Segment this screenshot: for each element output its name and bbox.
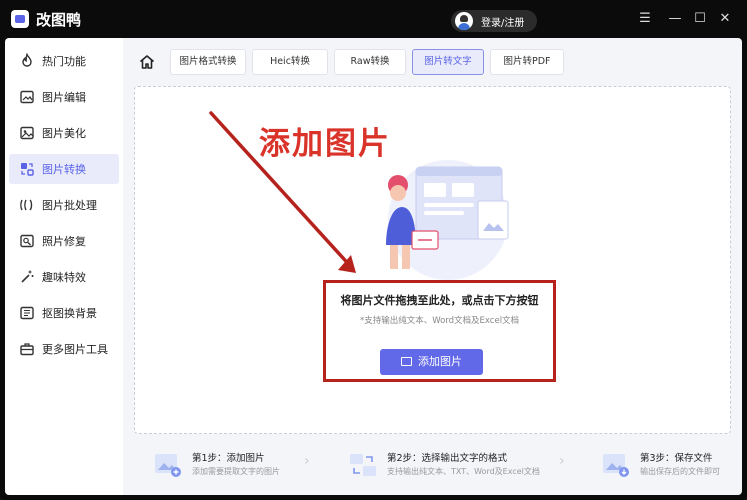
- fire-icon: [19, 52, 35, 69]
- tab-format-convert[interactable]: 图片格式转换: [170, 49, 246, 75]
- sidebar-item-hot[interactable]: 热门功能: [9, 46, 119, 76]
- sidebar-item-label: 抠图换背景: [42, 307, 97, 320]
- sidebar-item-image-edit[interactable]: 图片编辑: [9, 82, 119, 112]
- login-label: 登录/注册: [481, 18, 525, 29]
- upload-illustration: [386, 160, 509, 280]
- sidebar-item-batch[interactable]: 图片批处理: [9, 190, 119, 220]
- sidebar-item-label: 图片美化: [42, 127, 86, 140]
- maximize-icon[interactable]: ☐: [692, 11, 708, 27]
- photo-repair-icon: [19, 233, 35, 249]
- step-title: 第1步：添加图片: [192, 453, 265, 464]
- avatar: [455, 12, 473, 30]
- step-title: 第3步：保存文件: [640, 453, 713, 464]
- batch-icon: [19, 197, 35, 213]
- sidebar-item-label: 图片编辑: [42, 91, 86, 104]
- sidebar-item-effects[interactable]: 趣味特效: [9, 262, 119, 292]
- magic-wand-icon: [19, 269, 35, 285]
- close-icon[interactable]: ✕: [717, 11, 733, 27]
- steps-bar: 第1步：添加图片 添加需要提取文字的图片 › 第2步：选择输出文字的格式 支持输…: [134, 443, 731, 493]
- minimize-icon[interactable]: —: [667, 11, 683, 27]
- drop-instruction: 将图片文件拖拽至此处，或点击下方按钮: [340, 294, 539, 307]
- app-window: 改图鸭 登录/注册 ☰ — ☐ ✕ 热门功能 图片编辑 图片美化 图片转换 图片…: [0, 0, 747, 500]
- app-logo-icon: [11, 10, 29, 28]
- drop-subtext: *支持输出纯文本、Word文档及Excel文档: [359, 316, 520, 326]
- step-desc: 输出保存后的文件即可: [640, 467, 720, 476]
- convert-icon: [19, 161, 35, 177]
- add-image-step-icon: [155, 454, 181, 477]
- sidebar-item-label: 图片转换: [42, 163, 86, 176]
- tab-image-to-text[interactable]: 图片转文字: [412, 49, 484, 75]
- sidebar: 热门功能 图片编辑 图片美化 图片转换 图片批处理 照片修复 趣味特效 抠图换背…: [5, 38, 123, 495]
- cutout-icon: [19, 305, 35, 321]
- drop-zone[interactable]: 添加图片 将图片文件拖拽至此处，或点击下方按钮 *支持输出纯文本、Word文档及…: [134, 86, 731, 434]
- step-desc: 添加需要提取文字的图片: [192, 467, 280, 476]
- save-step-icon: [603, 454, 629, 477]
- app-title: 改图鸭: [36, 11, 82, 29]
- home-icon[interactable]: [138, 53, 156, 71]
- image-beautify-icon: [19, 125, 35, 141]
- step-desc: 支持输出纯文本、TXT、Word及Excel文档: [387, 467, 540, 476]
- chevron-right-icon: ›: [559, 453, 565, 469]
- tab-raw-convert[interactable]: Raw转换: [334, 49, 406, 75]
- tab-heic-convert[interactable]: Heic转换: [252, 49, 328, 75]
- step-title: 第2步：选择输出文字的格式: [387, 453, 508, 464]
- sidebar-item-label: 图片批处理: [42, 199, 97, 212]
- image-icon: [401, 357, 412, 366]
- tab-image-to-pdf[interactable]: 图片转PDF: [490, 49, 564, 75]
- menu-icon[interactable]: ☰: [637, 11, 653, 27]
- sidebar-item-beautify[interactable]: 图片美化: [9, 118, 119, 148]
- main-panel: 图片格式转换 Heic转换 Raw转换 图片转文字 图片转PDF 添加图片 将图…: [123, 38, 742, 495]
- sidebar-item-label: 热门功能: [42, 55, 86, 68]
- sidebar-item-cutout[interactable]: 抠图换背景: [9, 298, 119, 328]
- annotation-highlight-box: 将图片文件拖拽至此处，或点击下方按钮 *支持输出纯文本、Word文档及Excel…: [323, 280, 556, 382]
- image-edit-icon: [19, 89, 35, 105]
- chevron-right-icon: ›: [304, 453, 310, 469]
- sidebar-item-label: 更多图片工具: [42, 343, 108, 356]
- add-image-label: 添加图片: [418, 355, 462, 368]
- format-step-icon: [350, 454, 376, 476]
- sidebar-item-label: 趣味特效: [42, 271, 86, 284]
- login-button[interactable]: 登录/注册: [451, 10, 537, 32]
- add-image-button[interactable]: 添加图片: [380, 349, 483, 375]
- sidebar-item-more-tools[interactable]: 更多图片工具: [9, 334, 119, 364]
- sidebar-item-convert[interactable]: 图片转换: [9, 154, 119, 184]
- title-bar: 改图鸭 登录/注册 ☰ — ☐ ✕: [0, 0, 747, 38]
- toolbox-icon: [19, 341, 35, 357]
- sidebar-item-label: 照片修复: [42, 235, 86, 248]
- sidebar-item-photo-repair[interactable]: 照片修复: [9, 226, 119, 256]
